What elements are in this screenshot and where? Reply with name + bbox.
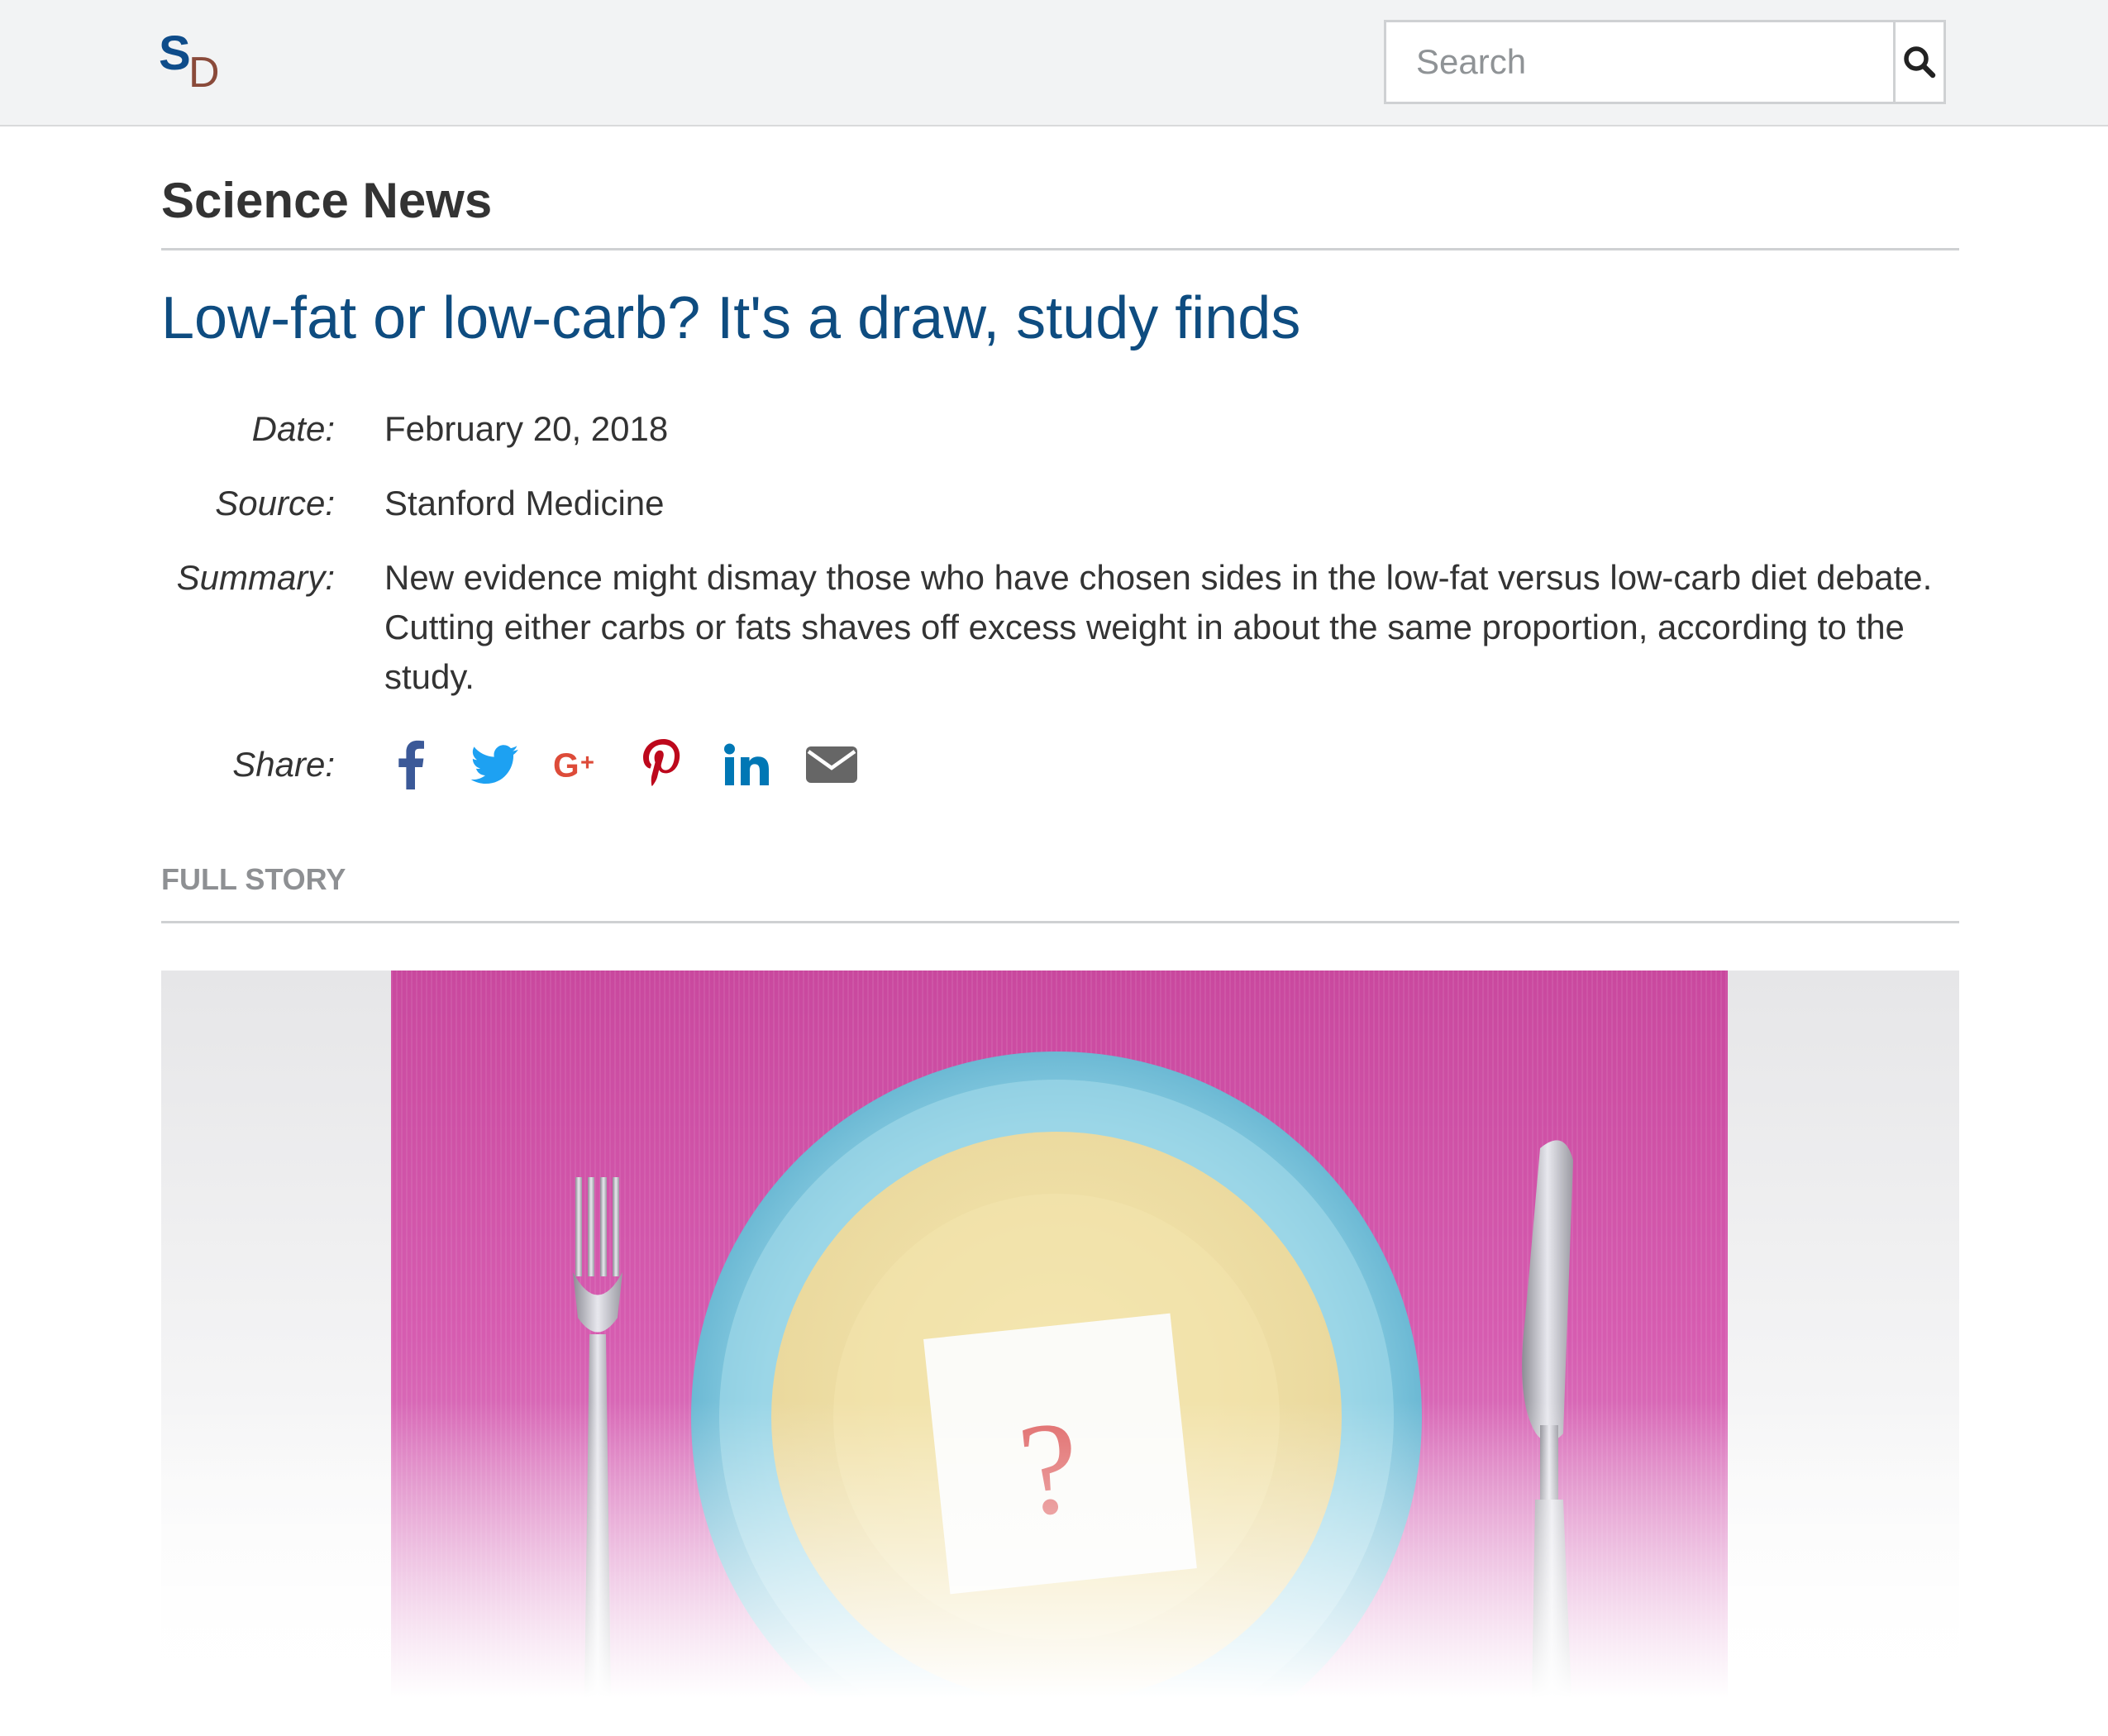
search-box <box>1384 20 1946 104</box>
email-icon <box>806 746 857 783</box>
source-label: Source: <box>215 484 335 522</box>
full-story-label: FULL STORY <box>161 862 1959 923</box>
article-meta: Date: February 20, 2018 Source: Stanford… <box>161 404 1959 789</box>
summary-value: New evidence might dismay those who have… <box>384 558 1933 696</box>
svg-text:G: G <box>553 746 579 783</box>
source-value: Stanford Medicine <box>384 484 665 522</box>
logo-letter-d: D <box>188 49 220 97</box>
summary-label: Summary: <box>176 558 335 597</box>
search-button[interactable] <box>1893 22 1943 102</box>
linkedin-icon <box>724 743 769 785</box>
date-label: Date: <box>251 409 335 448</box>
section-title: Science News <box>161 171 1959 250</box>
pinterest-icon <box>643 739 680 786</box>
share-icons: G + <box>384 739 890 790</box>
share-pinterest-button[interactable] <box>637 739 689 790</box>
logo-letter-s: S <box>159 26 191 80</box>
search-input[interactable] <box>1386 22 1893 102</box>
date-value: February 20, 2018 <box>384 409 669 448</box>
article-content: Science News Low-fat or low-carb? It's a… <box>161 126 1959 1698</box>
meta-date: Date: February 20, 2018 <box>161 404 1959 454</box>
meta-source: Source: Stanford Medicine <box>161 479 1959 528</box>
meta-summary: Summary: New evidence might dismay those… <box>161 553 1959 702</box>
share-email-button[interactable] <box>806 739 857 790</box>
meta-share: Share: G + <box>161 739 1959 790</box>
article-headline: Low-fat or low-carb? It's a draw, study … <box>161 285 1301 351</box>
site-header: S D <box>0 0 2108 126</box>
twitter-icon <box>470 745 518 785</box>
share-twitter-button[interactable] <box>469 739 520 790</box>
facebook-icon <box>398 740 424 789</box>
google-plus-icon: G + <box>553 746 594 783</box>
share-facebook-button[interactable] <box>384 739 436 790</box>
image-fade-overlay <box>161 1400 1959 1698</box>
article-image: ? <box>161 971 1959 1698</box>
share-label: Share: <box>232 745 335 784</box>
share-google-plus-button[interactable]: G + <box>553 739 604 790</box>
svg-text:+: + <box>580 750 594 776</box>
share-linkedin-button[interactable] <box>722 739 773 790</box>
search-icon <box>1904 46 1936 79</box>
site-logo[interactable]: S D <box>159 30 233 96</box>
